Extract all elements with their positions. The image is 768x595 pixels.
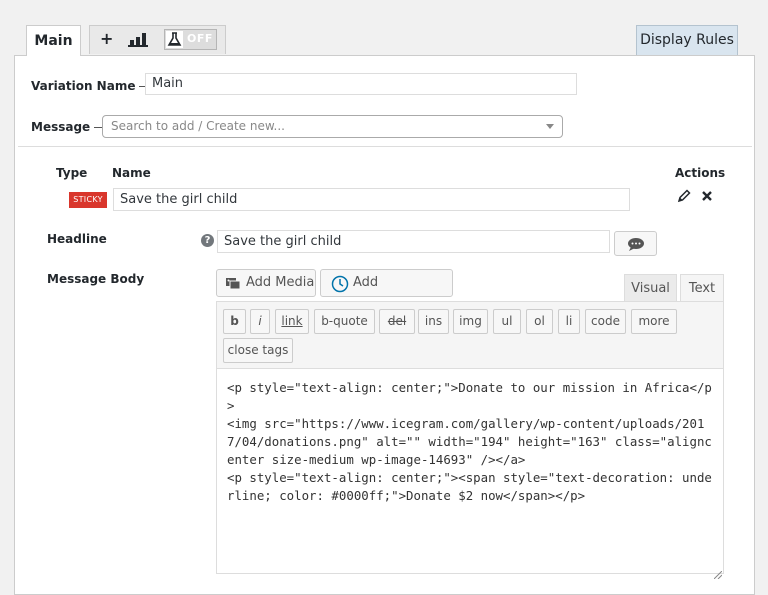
add-media-label: Add Media — [246, 275, 315, 290]
clock-icon — [331, 275, 349, 303]
message-body-label: Message Body — [47, 272, 145, 286]
add-variation-button[interactable]: + — [100, 29, 113, 48]
variation-name-input[interactable]: Main — [145, 73, 577, 95]
qt-ol-button[interactable]: ol — [526, 309, 553, 334]
toggle-off-label: OFF — [187, 32, 213, 45]
qt-blockquote-button[interactable]: b-quote — [314, 309, 375, 334]
qt-code-button[interactable]: code — [585, 309, 626, 334]
message-label: Message — [31, 120, 106, 134]
actions-header: Actions — [675, 166, 726, 180]
quicktags-toolbar: b i link b-quote del ins img ul ol li co… — [216, 301, 724, 369]
display-rules-tab[interactable]: Display Rules — [636, 25, 738, 56]
tab-text[interactable]: Text — [680, 274, 724, 302]
qt-ul-button[interactable]: ul — [493, 309, 521, 334]
name-header: Name — [112, 166, 151, 180]
chevron-down-icon — [546, 124, 554, 129]
qt-italic-button[interactable]: i — [250, 309, 270, 334]
type-header: Type — [56, 166, 88, 180]
message-name-input[interactable]: Save the girl child — [113, 188, 630, 211]
qt-del-button[interactable]: del — [379, 309, 415, 334]
tab-tools: + OFF — [89, 25, 226, 54]
add-countdown-button[interactable]: Add Countdown — [320, 269, 453, 316]
delete-close-icon[interactable] — [701, 190, 713, 206]
qt-li-button[interactable]: li — [558, 309, 580, 334]
message-select[interactable]: Search to add / Create new... — [102, 115, 563, 138]
qt-link-button[interactable]: link — [275, 309, 309, 334]
stats-chart-icon[interactable] — [128, 31, 148, 51]
speech-bubble-icon — [628, 238, 644, 251]
message-body-textarea[interactable]: <p style="text-align: center;">Donate to… — [216, 368, 724, 574]
help-icon[interactable]: ? — [201, 234, 214, 247]
headline-label: Headline — [47, 232, 107, 246]
headline-input[interactable]: Save the girl child — [217, 230, 610, 253]
tab-main[interactable]: Main — [26, 25, 81, 56]
qt-bold-button[interactable]: b — [223, 309, 246, 334]
flask-icon — [166, 31, 183, 48]
resize-handle-icon[interactable] — [713, 564, 723, 580]
comment-button[interactable] — [614, 231, 657, 256]
qt-close-tags-button[interactable]: close tags — [223, 338, 293, 363]
divider — [18, 146, 752, 147]
add-media-button[interactable]: Add Media — [216, 269, 316, 297]
qt-img-button[interactable]: img — [453, 309, 488, 334]
ab-test-toggle[interactable]: OFF — [164, 29, 217, 50]
variation-name-label: Variation Name — [31, 79, 151, 93]
type-badge-sticky: STICKY — [69, 192, 107, 208]
message-select-placeholder: Search to add / Create new... — [111, 119, 285, 133]
qt-ins-button[interactable]: ins — [418, 309, 449, 334]
qt-more-button[interactable]: more — [631, 309, 677, 334]
edit-pencil-icon[interactable] — [677, 189, 691, 207]
tab-visual[interactable]: Visual — [624, 274, 677, 302]
media-icon — [225, 275, 241, 301]
